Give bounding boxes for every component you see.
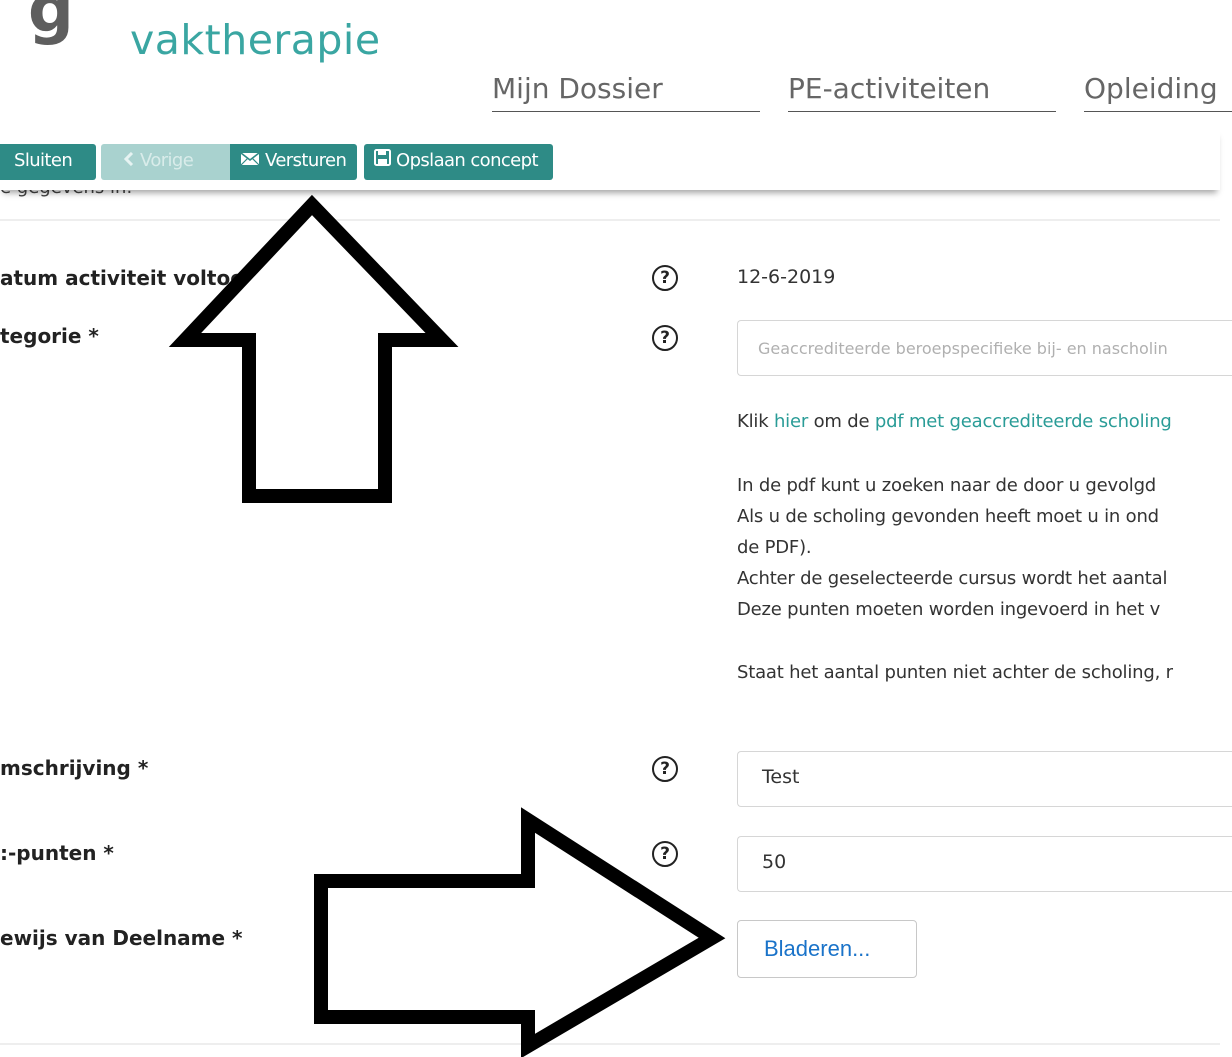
envelope-icon: [240, 144, 260, 178]
question-circle-icon[interactable]: ?: [652, 325, 678, 351]
previous-label: Vorige: [140, 150, 194, 171]
description-input[interactable]: Test: [737, 751, 1232, 807]
divider: [0, 1043, 1220, 1045]
browse-file-button[interactable]: Bladeren...: [737, 920, 917, 978]
send-button[interactable]: Versturen: [230, 144, 357, 180]
info-line: de PDF).: [737, 537, 812, 558]
category-label: tegorie *: [0, 324, 99, 348]
nav-tab-pe-activiteiten[interactable]: PE-activiteiten: [788, 72, 1056, 112]
info-line: Deze punten moeten worden ingevoerd in h…: [737, 599, 1161, 620]
logo-glyph: g: [28, 0, 74, 47]
info-line: Als u de scholing gevonden heeft moet u …: [737, 506, 1159, 527]
previous-button[interactable]: Vorige: [101, 144, 231, 180]
info-prefix: Klik: [737, 411, 774, 432]
info-middle: om de: [808, 411, 875, 432]
save-draft-button[interactable]: Opslaan concept: [364, 144, 553, 180]
logo-subtitle: vaktherapie: [130, 16, 381, 64]
question-circle-icon[interactable]: ?: [652, 265, 678, 291]
description-label: mschrijving *: [0, 756, 149, 780]
divider: [0, 219, 1220, 221]
close-label: Sluiten: [14, 150, 73, 171]
hier-link[interactable]: hier: [774, 411, 808, 432]
category-info-footer: Staat het aantal punten niet achter de s…: [737, 662, 1173, 683]
category-info-link-line: Klik hier om de pdf met geaccrediteerde …: [737, 406, 1232, 437]
save-draft-label: Opslaan concept: [396, 150, 539, 171]
question-circle-icon[interactable]: ?: [652, 926, 678, 952]
points-label: :-punten *: [0, 841, 114, 865]
chevron-left-icon: [123, 144, 135, 178]
nav-tab-mijn-dossier[interactable]: Mijn Dossier: [492, 72, 760, 112]
info-line: In de pdf kunt u zoeken naar de door u g…: [737, 475, 1157, 496]
floppy-disk-icon: [374, 144, 391, 178]
close-button[interactable]: Sluiten: [0, 144, 96, 180]
nav-tab-opleiding[interactable]: Opleiding: [1084, 72, 1232, 112]
category-info-text: In de pdf kunt u zoeken naar de door u g…: [737, 470, 1232, 625]
question-circle-icon[interactable]: ?: [652, 756, 678, 782]
send-label: Versturen: [265, 150, 347, 171]
pdf-scholing-link[interactable]: pdf met geaccrediteerde scholing: [875, 411, 1172, 432]
date-value: 12-6-2019: [737, 266, 836, 288]
points-input[interactable]: 50: [737, 836, 1232, 892]
proof-label: ewijs van Deelname *: [0, 926, 243, 950]
question-circle-icon[interactable]: ?: [652, 841, 678, 867]
category-select[interactable]: Geaccrediteerde beroepspecifieke bij- en…: [737, 320, 1232, 376]
date-label: atum activiteit voltooid: [0, 266, 266, 290]
info-line: Achter de geselecteerde cursus wordt het…: [737, 568, 1168, 589]
up-arrow-annotation: [168, 194, 459, 503]
